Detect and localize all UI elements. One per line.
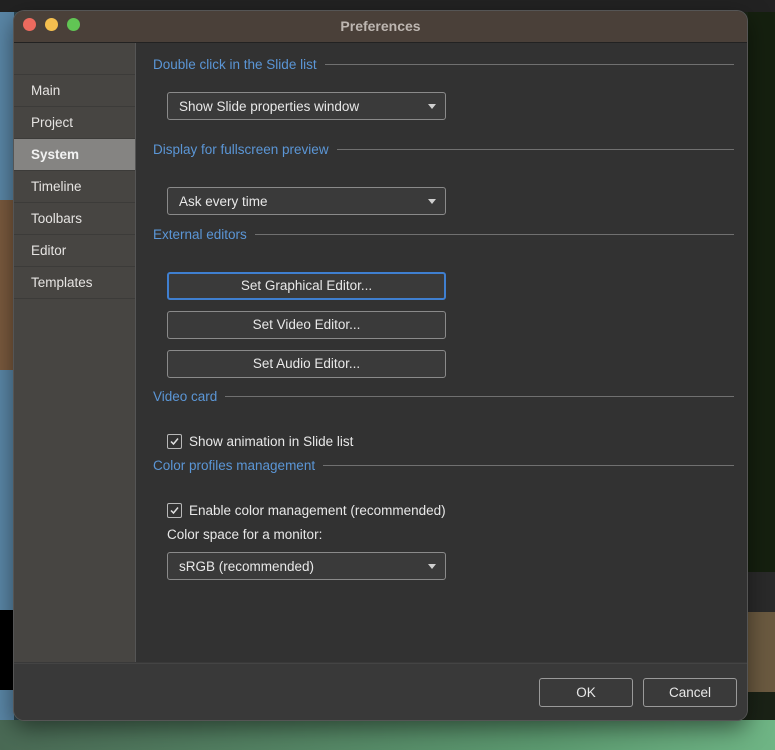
- show-animation-checkbox[interactable]: [167, 434, 182, 449]
- fullscreen-display-select[interactable]: Ask every time: [167, 187, 446, 215]
- sidebar-item-system[interactable]: System: [14, 138, 135, 170]
- sidebar-item-project[interactable]: Project: [14, 106, 135, 138]
- divider: [323, 465, 734, 466]
- ok-button[interactable]: OK: [539, 678, 633, 707]
- sidebar-list: Main Project System Timeline Toolbars Ed…: [14, 74, 135, 299]
- background-thumbnail: [0, 200, 14, 370]
- dialog-footer: OK Cancel: [14, 663, 747, 720]
- divider: [336, 149, 734, 150]
- enable-color-management-checkbox[interactable]: [167, 503, 182, 518]
- section-title: Video card: [153, 389, 218, 404]
- chevron-down-icon: [428, 199, 436, 204]
- sidebar-item-editor[interactable]: Editor: [14, 234, 135, 266]
- preferences-dialog: Preferences Main Project System Timeline…: [14, 11, 747, 720]
- set-video-editor-button[interactable]: Set Video Editor...: [167, 311, 446, 339]
- chevron-down-icon: [428, 104, 436, 109]
- sidebar-item-main[interactable]: Main: [14, 74, 135, 106]
- checkbox-label: Show animation in Slide list: [189, 434, 354, 449]
- section-title: Display for fullscreen preview: [153, 142, 329, 157]
- title-bar: Preferences: [14, 11, 747, 43]
- divider: [225, 396, 734, 397]
- sidebar-item-templates[interactable]: Templates: [14, 266, 135, 299]
- set-audio-editor-button[interactable]: Set Audio Editor...: [167, 350, 446, 378]
- checkbox-label: Enable color management (recommended): [189, 503, 446, 518]
- sidebar-item-timeline[interactable]: Timeline: [14, 170, 135, 202]
- double-click-action-select[interactable]: Show Slide properties window: [167, 92, 446, 120]
- background-waveform: [0, 720, 775, 750]
- divider: [324, 64, 734, 65]
- select-value: Ask every time: [179, 194, 268, 209]
- sidebar: Main Project System Timeline Toolbars Ed…: [14, 43, 136, 662]
- background-timeline: [0, 610, 14, 690]
- background-thumbnail-right: [748, 612, 775, 692]
- background-ruler: [748, 572, 775, 612]
- background-preview: [748, 12, 775, 572]
- section-fullscreen: Display for fullscreen preview: [153, 142, 734, 157]
- section-video-card: Video card: [153, 389, 734, 404]
- section-double-click: Double click in the Slide list: [153, 57, 734, 72]
- select-value: Show Slide properties window: [179, 99, 360, 114]
- chevron-down-icon: [428, 564, 436, 569]
- section-title: External editors: [153, 227, 247, 242]
- sidebar-item-toolbars[interactable]: Toolbars: [14, 202, 135, 234]
- cancel-button[interactable]: Cancel: [643, 678, 737, 707]
- checkmark-icon: [170, 507, 179, 515]
- checkmark-icon: [170, 438, 179, 446]
- section-color-profiles: Color profiles management: [153, 458, 734, 473]
- select-value: sRGB (recommended): [179, 559, 315, 574]
- monitor-color-space-select[interactable]: sRGB (recommended): [167, 552, 446, 580]
- divider: [254, 234, 734, 235]
- section-external-editors: External editors: [153, 227, 734, 242]
- enable-color-management-option[interactable]: Enable color management (recommended): [167, 503, 446, 518]
- set-graphical-editor-button[interactable]: Set Graphical Editor...: [167, 272, 446, 300]
- show-animation-option[interactable]: Show animation in Slide list: [167, 434, 353, 449]
- section-title: Double click in the Slide list: [153, 57, 317, 72]
- section-title: Color profiles management: [153, 458, 316, 473]
- window-title: Preferences: [340, 18, 421, 34]
- settings-panel: Double click in the Slide list Show Slid…: [136, 43, 747, 662]
- monitor-color-space-label: Color space for a monitor:: [167, 527, 323, 542]
